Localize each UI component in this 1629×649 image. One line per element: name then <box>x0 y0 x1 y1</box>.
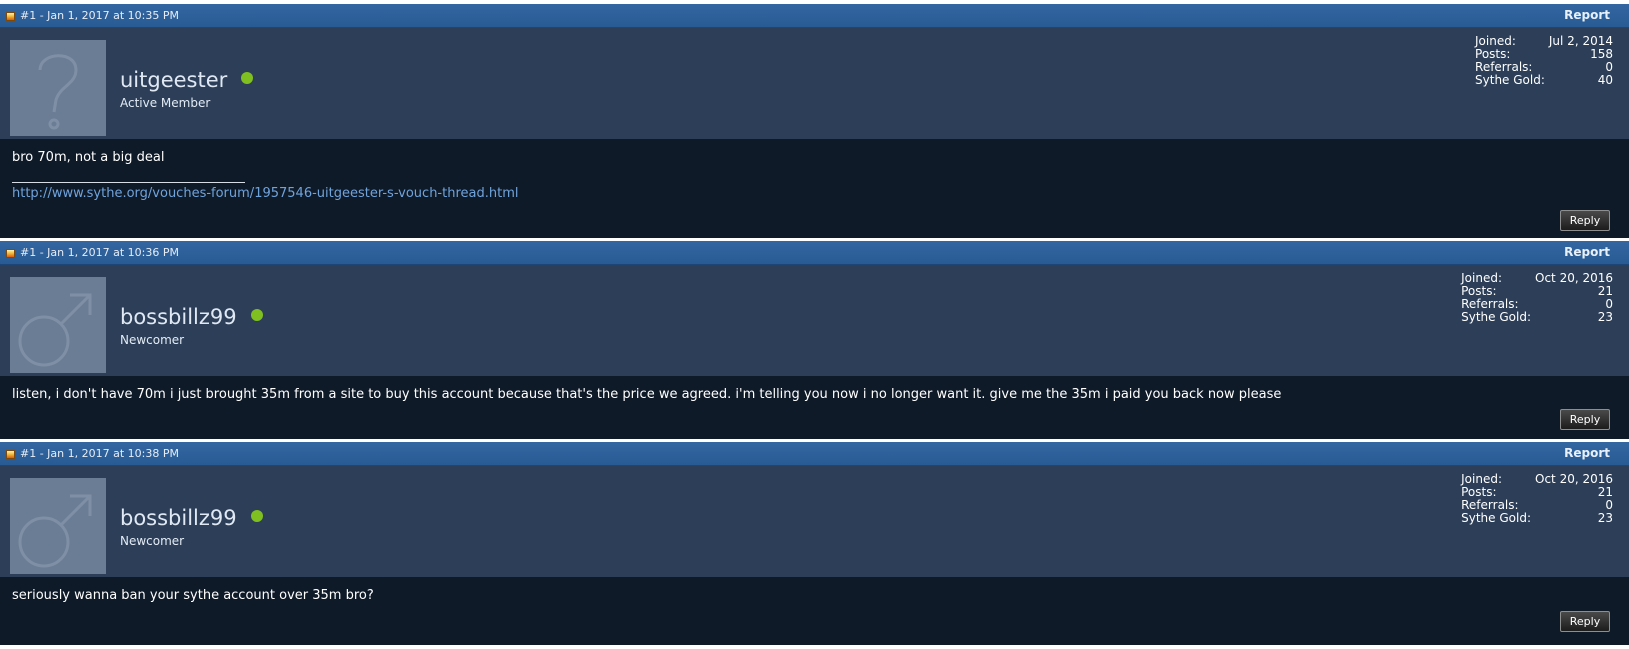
gold-value: 40 <box>1597 73 1613 87</box>
question-mark-icon <box>38 54 78 130</box>
username-link[interactable]: uitgeester <box>120 68 254 92</box>
signature-divider <box>12 182 245 183</box>
avatar[interactable] <box>10 40 106 136</box>
post-message: bro 70m, not a big deal <box>12 150 165 165</box>
stat-label: Sythe Gold: <box>1461 310 1531 324</box>
post-header: #1 - Jan 1, 2017 at 10:35 PM Report <box>0 4 1629 28</box>
username-link[interactable]: bossbillz99 <box>120 506 263 530</box>
posts-value: 21 <box>1597 284 1613 298</box>
user-title: Newcomer <box>120 333 185 347</box>
post-header: #1 - Jan 1, 2017 at 10:38 PM Report <box>0 442 1629 466</box>
username: bossbillz99 <box>120 506 237 530</box>
post-status-icon <box>6 12 15 21</box>
post: #1 - Jan 1, 2017 at 10:36 PM Report boss… <box>0 241 1629 439</box>
gold-value: 23 <box>1597 511 1613 525</box>
user-title: Active Member <box>120 96 211 110</box>
male-symbol-icon <box>18 293 92 367</box>
post-status-icon <box>6 249 15 258</box>
gold-value: 23 <box>1597 310 1613 324</box>
username: uitgeester <box>120 68 228 92</box>
post-date: #1 - Jan 1, 2017 at 10:35 PM <box>20 9 179 22</box>
post-header: #1 - Jan 1, 2017 at 10:36 PM Report <box>0 241 1629 265</box>
online-status-icon <box>250 510 263 522</box>
post-date: #1 - Jan 1, 2017 at 10:36 PM <box>20 246 179 259</box>
user-info-panel: bossbillz99 Newcomer Joined: Oct 20, 2016… <box>0 265 1629 376</box>
post-message: seriously wanna ban your sythe account o… <box>12 588 374 603</box>
post: #1 - Jan 1, 2017 at 10:38 PM Report boss… <box>0 442 1629 645</box>
post: #1 - Jan 1, 2017 at 10:35 PM Report uitg… <box>0 4 1629 238</box>
thread-posts: #1 - Jan 1, 2017 at 10:35 PM Report uitg… <box>0 0 1629 649</box>
post-status-icon <box>6 450 15 459</box>
report-link[interactable]: Report <box>1564 245 1610 259</box>
posts-value: 21 <box>1597 485 1613 499</box>
reply-button[interactable]: Reply <box>1560 210 1610 231</box>
user-info-panel: uitgeester Active Member Joined: Jul 2, 2… <box>0 28 1629 139</box>
user-info-panel: bossbillz99 Newcomer Joined: Oct 20, 2016… <box>0 466 1629 577</box>
avatar[interactable] <box>10 277 106 373</box>
posts-value: 158 <box>1590 47 1613 61</box>
user-stats: Joined: Oct 20, 2016 Posts: 21 Referrals: 0… <box>1461 272 1613 324</box>
signature-link[interactable]: http://www.sythe.org/vouches-forum/19575… <box>12 186 518 201</box>
avatar[interactable] <box>10 478 106 574</box>
post-message: listen, i don't have 70m i just brought … <box>12 387 1282 402</box>
reply-button[interactable]: Reply <box>1560 409 1610 430</box>
post-date: #1 - Jan 1, 2017 at 10:38 PM <box>20 447 179 460</box>
username: bossbillz99 <box>120 305 237 329</box>
stat-label: Sythe Gold: <box>1475 73 1545 87</box>
male-symbol-icon <box>18 494 92 568</box>
online-status-icon <box>250 309 263 321</box>
user-stats: Joined: Jul 2, 2014 Posts: 158 Referrals: 0… <box>1475 35 1613 87</box>
stat-label: Sythe Gold: <box>1461 511 1531 525</box>
report-link[interactable]: Report <box>1564 446 1610 460</box>
report-link[interactable]: Report <box>1564 8 1610 22</box>
user-stats: Joined: Oct 20, 2016 Posts: 21 Referrals: 0… <box>1461 473 1613 525</box>
username-link[interactable]: bossbillz99 <box>120 305 263 329</box>
reply-button[interactable]: Reply <box>1560 611 1610 632</box>
online-status-icon <box>241 72 254 84</box>
user-title: Newcomer <box>120 534 185 548</box>
